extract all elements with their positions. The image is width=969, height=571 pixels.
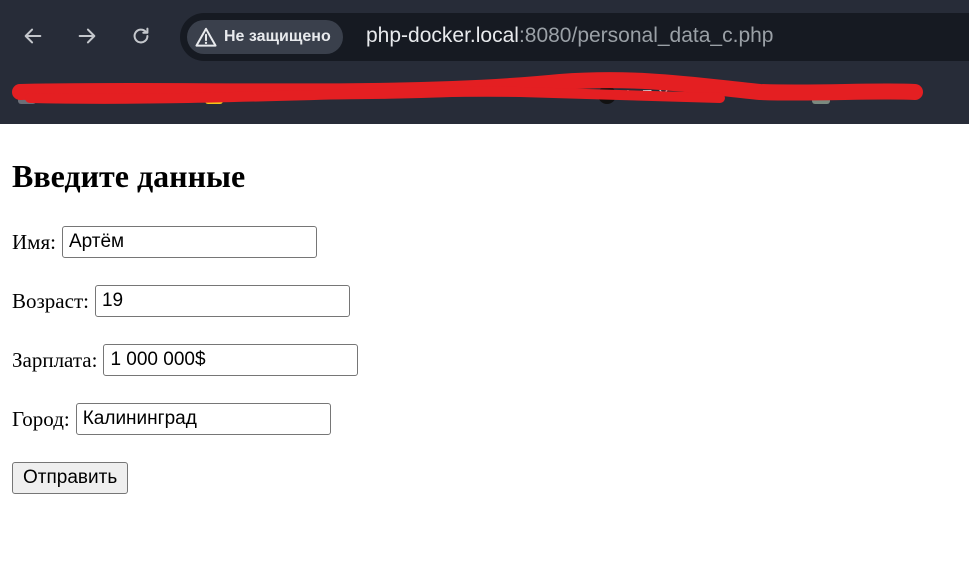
warning-icon (195, 27, 217, 47)
bookmark-item[interactable]: Деке музыка (18, 86, 135, 104)
site-icon (598, 86, 616, 104)
salary-input[interactable] (103, 344, 359, 376)
city-input[interactable] (75, 403, 331, 435)
browser-toolbar: Не защищено php-docker.local:8080/person… (0, 0, 969, 72)
age-row: Возраст: (12, 285, 350, 317)
bookmark-item[interactable]: LaTeX (598, 86, 669, 104)
bookmark-icon (812, 86, 830, 104)
page-title: Введите данные (12, 158, 246, 194)
bookmark-item[interactable] (205, 86, 233, 104)
bookmarks-bar: Деке музыка LaTeX (0, 72, 969, 124)
security-label: Не защищено (224, 28, 331, 45)
submit-button[interactable]: Отправить (12, 462, 129, 494)
bookmark-icon (18, 86, 36, 104)
url-text[interactable]: php-docker.local:8080/personal_data_c.ph… (366, 24, 773, 48)
folder-icon (205, 86, 223, 104)
bookmark-label: Деке музыка (46, 86, 135, 104)
browser-chrome: Не защищено php-docker.local:8080/person… (0, 0, 969, 124)
arrow-right-icon (78, 28, 96, 44)
reload-button[interactable] (123, 18, 159, 54)
name-label: Имя: (12, 229, 56, 254)
page-content: Введите данные Имя: Возраст: Зарплата: Г… (0, 124, 969, 571)
city-label: Город: (12, 406, 70, 431)
bookmark-label: LaTeX (626, 86, 669, 104)
reload-icon (133, 27, 149, 44)
url-host: php-docker.local (366, 24, 519, 47)
address-bar[interactable]: Не защищено php-docker.local:8080/person… (180, 13, 969, 61)
city-row: Город: (12, 403, 331, 435)
name-input[interactable] (61, 226, 317, 258)
url-path: :8080/personal_data_c.php (518, 24, 774, 47)
name-row: Имя: (12, 226, 317, 258)
security-chip[interactable]: Не защищено (187, 20, 343, 54)
forward-button[interactable] (69, 18, 105, 54)
age-input[interactable] (94, 285, 350, 317)
bookmark-item[interactable] (812, 86, 840, 104)
back-button[interactable] (15, 18, 51, 54)
salary-label: Зарплата: (12, 347, 98, 372)
age-label: Возраст: (12, 288, 89, 313)
salary-row: Зарплата: (12, 344, 359, 376)
arrow-left-icon (24, 28, 42, 44)
